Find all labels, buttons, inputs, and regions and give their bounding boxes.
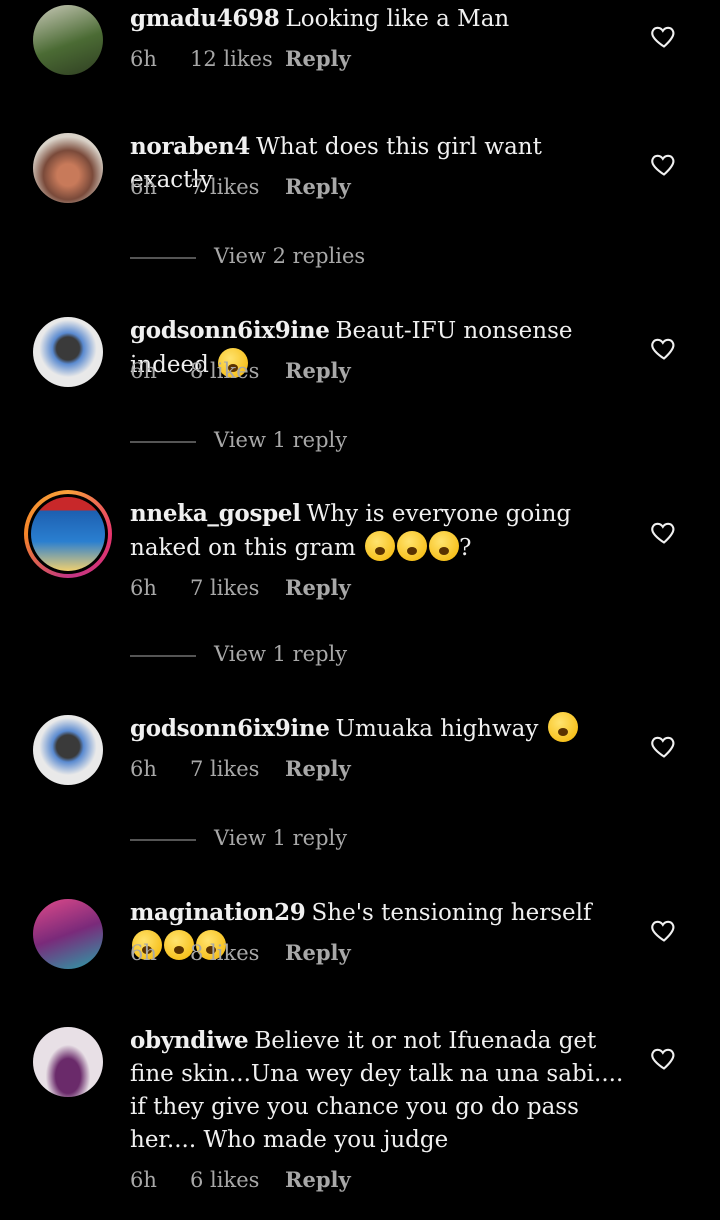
- reply-button[interactable]: Reply: [285, 174, 351, 199]
- comment-meta: 6h 7 likes Reply: [130, 174, 351, 199]
- reply-button[interactable]: Reply: [285, 940, 351, 965]
- comment-time: 6h: [130, 47, 157, 71]
- story-ring-avatar[interactable]: [24, 490, 112, 578]
- heart-icon[interactable]: [650, 22, 678, 50]
- divider-line: [130, 654, 196, 657]
- avatar[interactable]: [33, 715, 103, 785]
- avatar[interactable]: [33, 1027, 103, 1097]
- comment-username[interactable]: gmadu4698: [130, 5, 280, 32]
- avatar[interactable]: [33, 5, 103, 75]
- divider-line: [130, 256, 196, 259]
- reply-button[interactable]: Reply: [285, 1167, 351, 1192]
- comment-likes[interactable]: 12 likes: [190, 47, 285, 71]
- comment-time: 6h: [130, 359, 157, 383]
- comment-body: She's tensioning herself: [311, 900, 592, 926]
- comment-likes[interactable]: 6 likes: [190, 1168, 285, 1192]
- divider-line: [130, 838, 196, 841]
- reply-button[interactable]: Reply: [285, 358, 351, 383]
- comment-text-block: gmadu4698 Looking like a Man: [130, 2, 630, 36]
- comment-username[interactable]: noraben4: [130, 133, 250, 160]
- comment-time: 6h: [130, 576, 157, 600]
- comment-text-block: nneka_gospel Why is everyone going naked …: [130, 497, 630, 565]
- view-replies-label: View 2 replies: [214, 244, 366, 268]
- view-replies-button[interactable]: View 1 reply: [130, 642, 347, 666]
- tears-of-joy-emoji: [547, 712, 578, 742]
- comment-username[interactable]: nneka_gospel: [130, 500, 301, 527]
- view-replies-button[interactable]: View 2 replies: [130, 244, 365, 268]
- comment-username[interactable]: magination29: [130, 899, 306, 926]
- reply-button[interactable]: Reply: [285, 575, 351, 600]
- avatar[interactable]: [33, 899, 103, 969]
- comment-meta: 6h 7 likes Reply: [130, 575, 351, 600]
- comment-time: 6h: [130, 175, 157, 199]
- heart-icon[interactable]: [650, 518, 678, 546]
- heart-icon[interactable]: [650, 334, 678, 362]
- comment-time: 6h: [130, 1168, 157, 1192]
- comment-text-block: obyndiwe Believe it or not Ifuenada get f…: [130, 1024, 630, 1157]
- comment-meta: 6h 8 likes Reply: [130, 358, 351, 383]
- crying-emoji: [365, 531, 396, 561]
- heart-icon[interactable]: [650, 916, 678, 944]
- view-replies-button[interactable]: View 1 reply: [130, 428, 347, 452]
- avatar[interactable]: [33, 133, 103, 203]
- reply-button[interactable]: Reply: [285, 46, 351, 71]
- comment-username[interactable]: obyndiwe: [130, 1027, 249, 1054]
- comment-body: Umuaka highway: [335, 716, 539, 742]
- comment-username[interactable]: godsonn6ix9ine: [130, 317, 330, 344]
- comment-body-suffix: ?: [459, 535, 472, 561]
- divider-line: [130, 440, 196, 443]
- view-replies-label: View 1 reply: [214, 826, 348, 850]
- comment-likes[interactable]: 7 likes: [190, 757, 285, 781]
- comment-meta: 6h 12 likes Reply: [130, 46, 351, 71]
- comment-time: 6h: [130, 757, 157, 781]
- view-replies-button[interactable]: View 1 reply: [130, 826, 347, 850]
- comment-likes[interactable]: 7 likes: [190, 576, 285, 600]
- comment-likes[interactable]: 8 likes: [190, 359, 285, 383]
- comment-meta: 6h 7 likes Reply: [130, 756, 351, 781]
- view-replies-label: View 1 reply: [214, 642, 348, 666]
- comment-body: Looking like a Man: [285, 6, 510, 32]
- comment-meta: 6h 8 likes Reply: [130, 940, 351, 965]
- comment-likes[interactable]: 7 likes: [190, 175, 285, 199]
- comment-likes[interactable]: 8 likes: [190, 941, 285, 965]
- comment-time: 6h: [130, 941, 157, 965]
- astonished-emoji: [429, 531, 460, 561]
- comment-meta: 6h 6 likes Reply: [130, 1167, 351, 1192]
- heart-icon[interactable]: [650, 732, 678, 760]
- comment-text-block: godsonn6ix9ine Umuaka highway: [130, 712, 630, 746]
- view-replies-label: View 1 reply: [214, 428, 348, 452]
- avatar[interactable]: [33, 317, 103, 387]
- heart-icon[interactable]: [650, 1044, 678, 1072]
- reply-button[interactable]: Reply: [285, 756, 351, 781]
- comment-username[interactable]: godsonn6ix9ine: [130, 715, 330, 742]
- avatar: [31, 497, 105, 571]
- astonished-emoji: [397, 531, 428, 561]
- heart-icon[interactable]: [650, 150, 678, 178]
